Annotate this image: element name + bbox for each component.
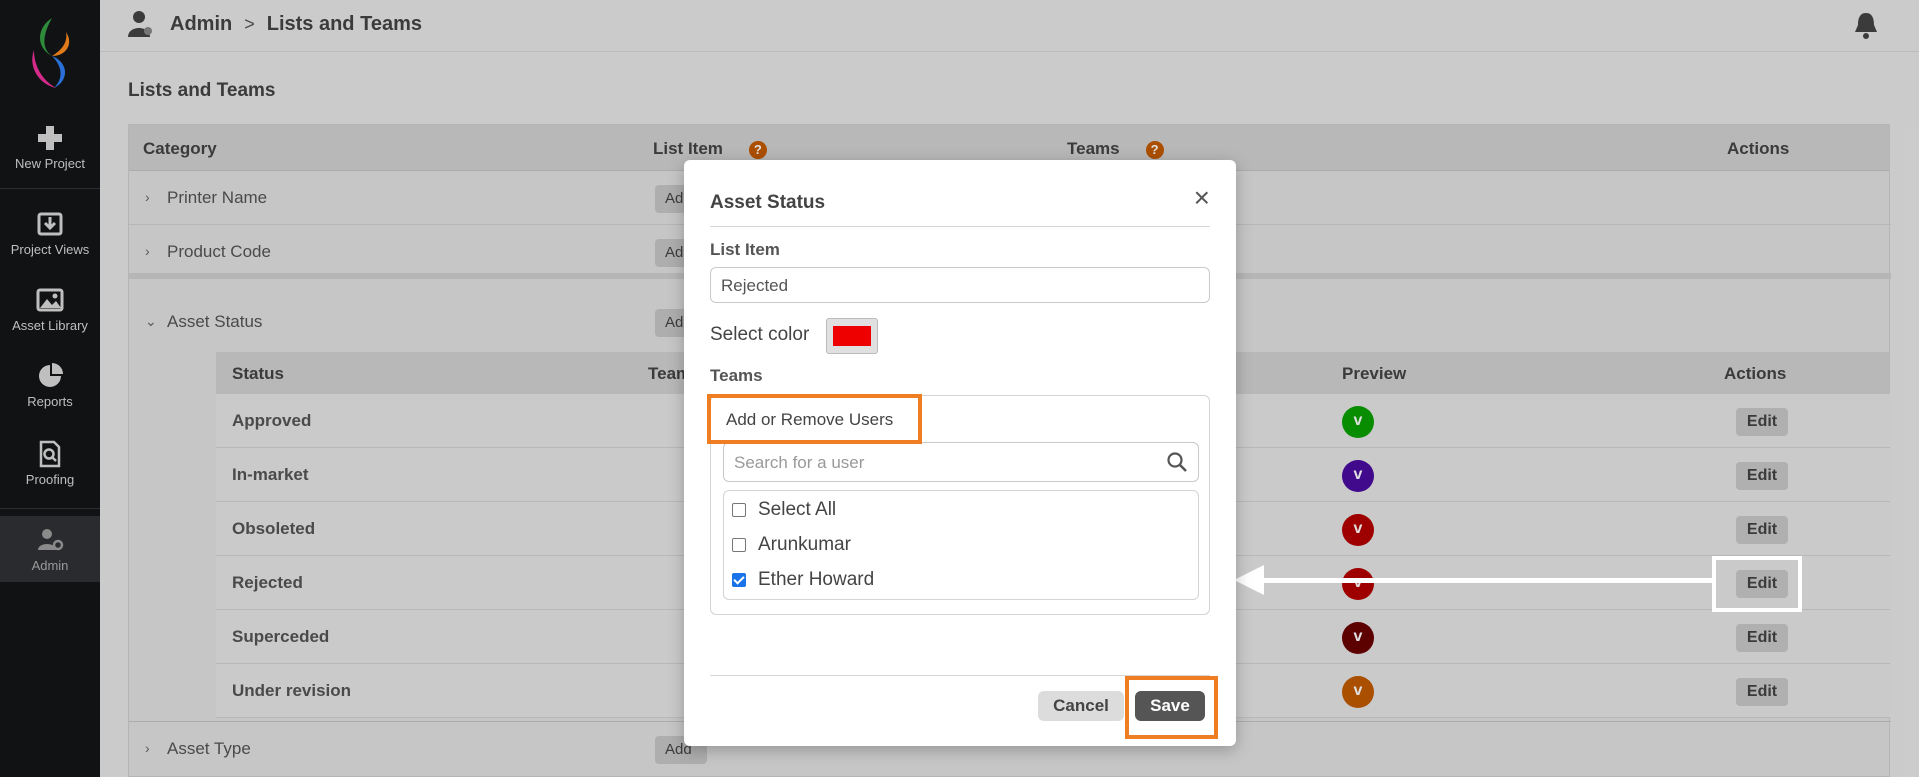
- download-tray-icon: [37, 212, 63, 236]
- nav-label: Admin: [31, 558, 69, 573]
- option-user[interactable]: Arunkumar: [732, 534, 851, 556]
- checkbox[interactable]: [732, 538, 746, 552]
- nav-divider: [0, 188, 100, 189]
- option-label: Arunkumar: [758, 534, 851, 555]
- select-color-label: Select color: [710, 324, 810, 345]
- modal-divider: [710, 226, 1210, 227]
- nav-project-views[interactable]: Project Views: [0, 210, 100, 257]
- nav-label: Reports: [27, 394, 73, 409]
- cancel-button[interactable]: Cancel: [1038, 691, 1124, 721]
- highlight-add-remove: [707, 394, 922, 444]
- pie-chart-icon: [39, 363, 63, 387]
- nav-reports[interactable]: Reports: [0, 362, 100, 409]
- option-label: Ether Howard: [758, 569, 875, 590]
- plus-icon: [38, 126, 62, 150]
- nav-label: New Project: [14, 156, 86, 171]
- nav-proofing[interactable]: Proofing: [0, 440, 100, 487]
- list-item-label: List Item: [710, 240, 780, 259]
- user-search-input[interactable]: Search for a user: [723, 442, 1199, 482]
- annotation-arrow-head: [1234, 565, 1264, 595]
- nav-asset-library[interactable]: Asset Library: [0, 286, 100, 333]
- user-gear-icon: [38, 529, 64, 551]
- nav-admin[interactable]: Admin: [0, 516, 100, 582]
- search-icon[interactable]: [1166, 451, 1188, 473]
- color-swatch: [833, 326, 871, 346]
- nav-new-project[interactable]: New Project: [0, 124, 100, 171]
- edit-status-modal: Asset Status × List Item Rejected Select…: [684, 160, 1236, 746]
- sidebar: New Project Project Views Asset Library …: [0, 0, 100, 777]
- teams-label: Teams: [710, 366, 763, 385]
- nav-label: Proofing: [25, 472, 75, 487]
- highlight-save: [1125, 676, 1218, 739]
- nav-label: Asset Library: [12, 318, 88, 333]
- search-placeholder: Search for a user: [734, 453, 865, 472]
- nav-label: Project Views: [10, 242, 90, 257]
- close-icon[interactable]: ×: [1194, 184, 1210, 212]
- option-select-all[interactable]: Select All: [732, 499, 836, 521]
- nav-divider: [0, 508, 100, 509]
- modal-title: Asset Status: [710, 192, 826, 213]
- highlight-edit-box: [1712, 556, 1802, 612]
- checkbox[interactable]: [732, 503, 746, 517]
- checkbox-checked[interactable]: [732, 573, 746, 587]
- color-picker-button[interactable]: [826, 318, 878, 354]
- annotation-arrow-line: [1258, 578, 1712, 583]
- image-icon: [36, 288, 64, 312]
- list-item-input[interactable]: Rejected: [710, 267, 1210, 303]
- app-logo-icon: [32, 18, 70, 88]
- user-list: Select All Arunkumar Ether Howard: [723, 490, 1199, 600]
- document-search-icon: [39, 440, 61, 468]
- option-label: Select All: [758, 499, 837, 520]
- option-user[interactable]: Ether Howard: [732, 569, 874, 591]
